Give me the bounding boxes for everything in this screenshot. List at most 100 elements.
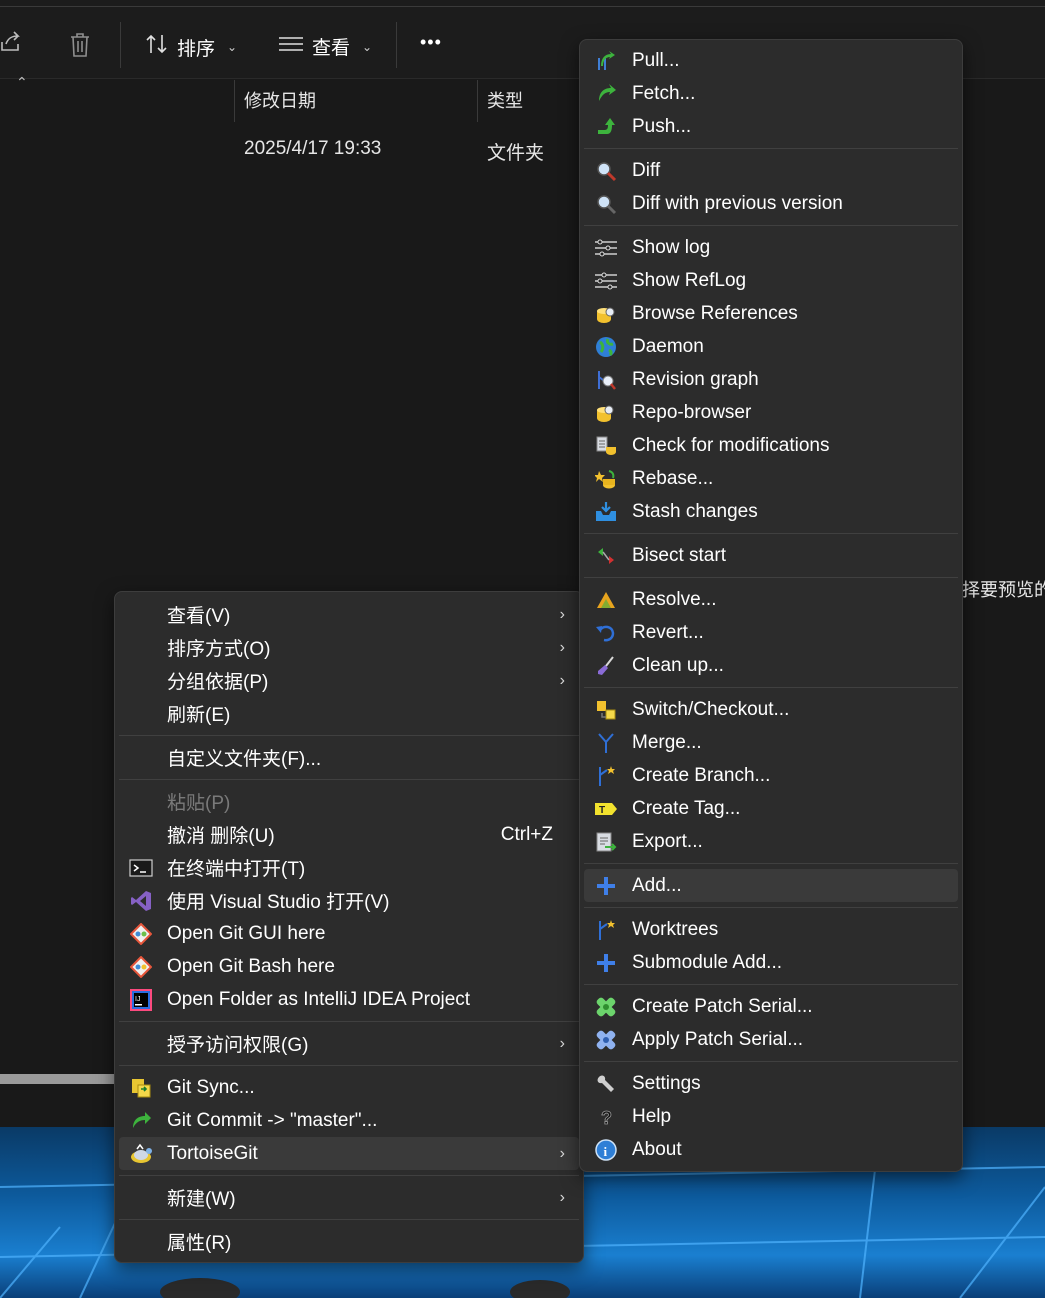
menu-item-add[interactable]: Add... — [584, 869, 958, 902]
menu-item-properties[interactable]: 属性(R) — [119, 1225, 579, 1258]
intellij-icon: IJ — [129, 988, 153, 1012]
menu-item-label: 分组依据(P) — [167, 672, 269, 693]
menu-item-open-intellij[interactable]: IJ Open Folder as IntelliJ IDEA Project — [119, 983, 579, 1016]
menu-item-undo-delete[interactable]: 撤消 删除(U) Ctrl+Z — [119, 818, 579, 851]
menu-item-open-git-gui[interactable]: Open Git GUI here — [119, 917, 579, 950]
merge-icon — [594, 731, 618, 755]
sort-arrows-icon — [145, 33, 169, 61]
toolbar-separator — [120, 22, 121, 68]
menu-item-label: Stash changes — [632, 500, 758, 522]
menu-item-daemon[interactable]: Daemon — [584, 330, 958, 363]
menu-item-git-sync[interactable]: Git Sync... — [119, 1071, 579, 1104]
column-separator[interactable] — [234, 80, 235, 122]
menu-item-label: Settings — [632, 1072, 701, 1094]
menu-item-label: Daemon — [632, 335, 704, 357]
menu-item-export[interactable]: Export... — [584, 825, 958, 858]
toolbar-top-divider — [0, 6, 1045, 7]
menu-item-create-patch-serial[interactable]: Create Patch Serial... — [584, 990, 958, 1023]
menu-item-label: 排序方式(O) — [167, 639, 271, 660]
menu-item-settings[interactable]: Settings — [584, 1067, 958, 1100]
menu-item-git-commit[interactable]: Git Commit -> "master"... — [119, 1104, 579, 1137]
menu-item-label: Add... — [632, 874, 682, 896]
diff-previous-icon — [594, 192, 618, 216]
apply-patch-icon — [594, 1028, 618, 1052]
menu-item-paste[interactable]: 粘贴(P) — [119, 785, 579, 818]
menu-item-apply-patch-serial[interactable]: Apply Patch Serial... — [584, 1023, 958, 1056]
menu-item-show-reflog[interactable]: Show RefLog — [584, 264, 958, 297]
horizontal-scrollbar[interactable] — [0, 1074, 114, 1084]
menu-item-create-branch[interactable]: Create Branch... — [584, 759, 958, 792]
menu-item-about[interactable]: i About — [584, 1133, 958, 1166]
menu-separator — [584, 687, 958, 688]
chevron-right-icon: › — [559, 605, 565, 623]
git-bash-icon — [129, 955, 153, 979]
menu-item-merge[interactable]: Merge... — [584, 726, 958, 759]
terminal-icon — [129, 856, 153, 880]
menu-item-open-visual-studio[interactable]: 使用 Visual Studio 打开(V) — [119, 884, 579, 917]
revert-icon — [594, 621, 618, 645]
menu-item-switch-checkout[interactable]: Switch/Checkout... — [584, 693, 958, 726]
menu-item-revision-graph[interactable]: Revision graph — [584, 363, 958, 396]
menu-item-worktrees[interactable]: Worktrees — [584, 913, 958, 946]
column-header-modified[interactable]: 修改日期 — [244, 78, 316, 122]
show-reflog-icon — [594, 269, 618, 293]
menu-item-diff-previous[interactable]: Diff with previous version — [584, 187, 958, 220]
menu-item-customize-folder[interactable]: 自定义文件夹(F)... — [119, 741, 579, 774]
menu-item-show-log[interactable]: Show log — [584, 231, 958, 264]
menu-item-create-tag[interactable]: T Create Tag... — [584, 792, 958, 825]
menu-separator — [119, 1021, 579, 1022]
menu-item-label: Git Commit -> "master"... — [167, 1109, 378, 1131]
cleanup-icon — [594, 654, 618, 678]
diff-icon — [594, 159, 618, 183]
menu-item-bisect-start[interactable]: Bisect start — [584, 539, 958, 572]
menu-item-sort-by[interactable]: 排序方式(O) › — [119, 631, 579, 664]
menu-item-help[interactable]: ? Help — [584, 1100, 958, 1133]
menu-item-label: Submodule Add... — [632, 951, 782, 973]
menu-item-rebase[interactable]: Rebase... — [584, 462, 958, 495]
pull-icon — [594, 49, 618, 73]
delete-button[interactable] — [68, 32, 92, 64]
menu-item-submodule-add[interactable]: Submodule Add... — [584, 946, 958, 979]
menu-separator — [584, 863, 958, 864]
column-header-type[interactable]: 类型 — [487, 78, 523, 122]
column-separator[interactable] — [477, 80, 478, 122]
menu-item-grant-access[interactable]: 授予访问权限(G) › — [119, 1027, 579, 1060]
menu-item-check-modifications[interactable]: Check for modifications — [584, 429, 958, 462]
menu-item-stash-changes[interactable]: Stash changes — [584, 495, 958, 528]
view-button[interactable]: 查看 ⌄ — [278, 33, 372, 60]
tortoisegit-icon — [129, 1142, 153, 1166]
share-button[interactable] — [0, 30, 22, 58]
menu-item-label: Git Sync... — [167, 1076, 255, 1098]
menu-item-fetch[interactable]: Fetch... — [584, 77, 958, 110]
chevron-down-icon: ⌄ — [362, 39, 373, 54]
menu-item-push[interactable]: Push... — [584, 110, 958, 143]
menu-item-view[interactable]: 查看(V) › — [119, 598, 579, 631]
menu-item-diff[interactable]: Diff — [584, 154, 958, 187]
resolve-icon — [594, 588, 618, 612]
menu-item-repo-browser[interactable]: Repo-browser — [584, 396, 958, 429]
menu-item-pull[interactable]: Pull... — [584, 44, 958, 77]
menu-item-resolve[interactable]: Resolve... — [584, 583, 958, 616]
menu-item-tortoisegit[interactable]: TortoiseGit › — [119, 1137, 579, 1170]
menu-item-new[interactable]: 新建(W) › — [119, 1181, 579, 1214]
more-options-button[interactable]: ••• — [420, 32, 442, 53]
add-icon — [594, 874, 618, 898]
menu-item-label: 刷新(E) — [167, 705, 231, 726]
menu-separator — [584, 907, 958, 908]
row-modified-date[interactable]: 2025/4/17 19:33 — [244, 138, 381, 160]
collapse-caret-icon[interactable]: ⌃ — [16, 74, 28, 91]
menu-item-open-in-terminal[interactable]: 在终端中打开(T) — [119, 851, 579, 884]
svg-text:i: i — [604, 1144, 608, 1159]
menu-item-browse-references[interactable]: Browse References — [584, 297, 958, 330]
bisect-icon — [594, 544, 618, 568]
sort-button[interactable]: 排序 ⌄ — [145, 33, 237, 61]
git-commit-icon — [129, 1109, 153, 1133]
menu-item-refresh[interactable]: 刷新(E) — [119, 697, 579, 730]
menu-item-clean-up[interactable]: Clean up... — [584, 649, 958, 682]
menu-item-label: Revision graph — [632, 368, 759, 390]
shortcut-label: Ctrl+Z — [500, 823, 553, 845]
menu-item-open-git-bash[interactable]: Open Git Bash here — [119, 950, 579, 983]
row-type[interactable]: 文件夹 — [487, 138, 544, 165]
menu-item-revert[interactable]: Revert... — [584, 616, 958, 649]
menu-item-group-by[interactable]: 分组依据(P) › — [119, 664, 579, 697]
